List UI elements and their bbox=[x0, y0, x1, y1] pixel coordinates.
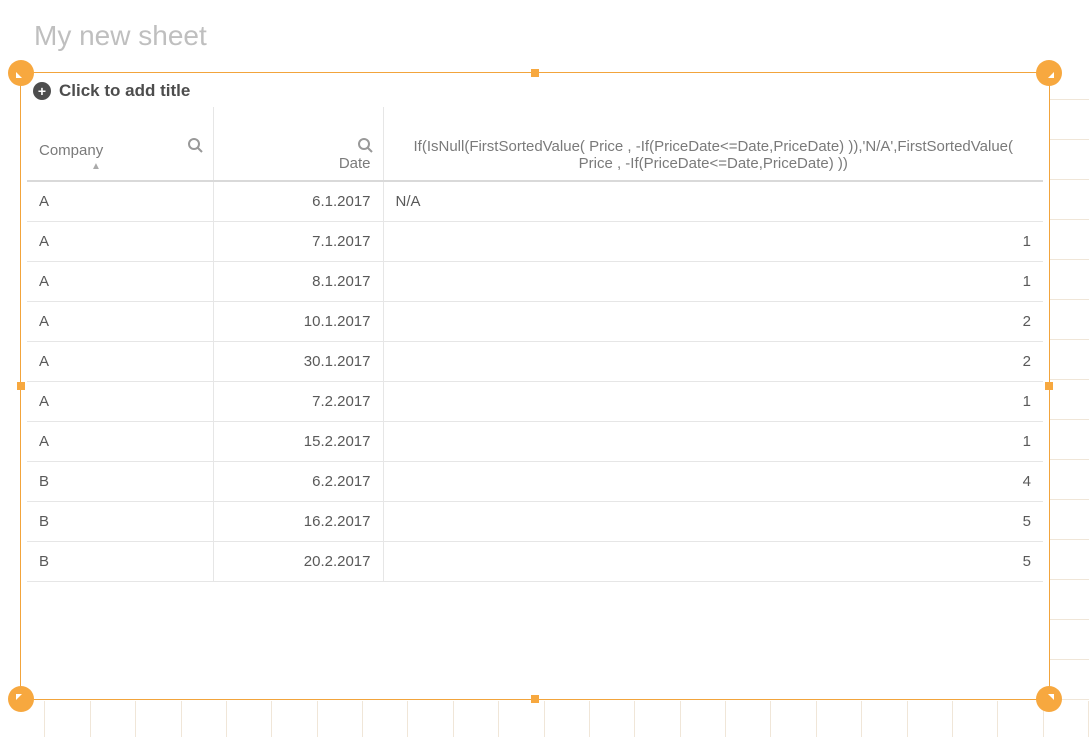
table-row[interactable]: A7.1.20171 bbox=[27, 221, 1043, 261]
column-label: Company bbox=[39, 142, 201, 159]
table-row[interactable]: B6.2.20174 bbox=[27, 461, 1043, 501]
cell-company: B bbox=[27, 461, 213, 501]
object-title-text: Click to add title bbox=[59, 81, 190, 101]
table-row[interactable]: A15.2.20171 bbox=[27, 421, 1043, 461]
cell-company: A bbox=[27, 341, 213, 381]
sheet-title[interactable]: My new sheet bbox=[0, 0, 1089, 60]
sheet-canvas: + Click to add title Company ▲ bbox=[0, 60, 1089, 737]
resize-handle-top-left-icon[interactable] bbox=[8, 60, 34, 86]
table-row[interactable]: A8.1.20171 bbox=[27, 261, 1043, 301]
table-object-selected[interactable]: + Click to add title Company ▲ bbox=[20, 72, 1050, 700]
search-icon[interactable] bbox=[357, 137, 373, 157]
resize-handle-top-right-icon[interactable] bbox=[1036, 60, 1062, 86]
data-table: Company ▲ Date bbox=[27, 107, 1043, 582]
cell-date: 7.1.2017 bbox=[213, 221, 383, 261]
table-row[interactable]: B20.2.20175 bbox=[27, 541, 1043, 581]
cell-date: 16.2.2017 bbox=[213, 501, 383, 541]
table-row[interactable]: A30.1.20172 bbox=[27, 341, 1043, 381]
resize-handle-left-icon[interactable] bbox=[17, 382, 25, 390]
column-header-company[interactable]: Company ▲ bbox=[27, 107, 213, 181]
table-row[interactable]: B16.2.20175 bbox=[27, 501, 1043, 541]
cell-date: 15.2.2017 bbox=[213, 421, 383, 461]
cell-value: 1 bbox=[383, 261, 1043, 301]
cell-company: A bbox=[27, 381, 213, 421]
cell-company: B bbox=[27, 501, 213, 541]
cell-date: 7.2.2017 bbox=[213, 381, 383, 421]
cell-value: 4 bbox=[383, 461, 1043, 501]
cell-date: 6.2.2017 bbox=[213, 461, 383, 501]
cell-company: B bbox=[27, 541, 213, 581]
cell-value: 1 bbox=[383, 221, 1043, 261]
column-label: Date bbox=[226, 155, 371, 172]
object-title-placeholder[interactable]: + Click to add title bbox=[21, 73, 1049, 107]
column-header-expression[interactable]: If(IsNull(FirstSortedValue( Price , -If(… bbox=[383, 107, 1043, 181]
cell-company: A bbox=[27, 181, 213, 221]
column-header-date[interactable]: Date bbox=[213, 107, 383, 181]
resize-handle-bottom-left-icon[interactable] bbox=[8, 686, 34, 712]
cell-value: 1 bbox=[383, 421, 1043, 461]
cell-company: A bbox=[27, 421, 213, 461]
cell-value: 2 bbox=[383, 301, 1043, 341]
resize-handle-bottom-right-icon[interactable] bbox=[1036, 686, 1062, 712]
cell-company: A bbox=[27, 301, 213, 341]
cell-date: 6.1.2017 bbox=[213, 181, 383, 221]
canvas-grid-bottom bbox=[0, 701, 1089, 737]
cell-value: 2 bbox=[383, 341, 1043, 381]
cell-value: 5 bbox=[383, 541, 1043, 581]
search-icon[interactable] bbox=[187, 137, 203, 157]
cell-company: A bbox=[27, 261, 213, 301]
sort-asc-icon: ▲ bbox=[39, 161, 201, 172]
cell-date: 8.1.2017 bbox=[213, 261, 383, 301]
cell-value: 1 bbox=[383, 381, 1043, 421]
resize-handle-bottom-icon[interactable] bbox=[531, 695, 539, 703]
cell-date: 20.2.2017 bbox=[213, 541, 383, 581]
column-label: If(IsNull(FirstSortedValue( Price , -If(… bbox=[396, 138, 1032, 172]
resize-handle-right-icon[interactable] bbox=[1045, 382, 1053, 390]
cell-value: 5 bbox=[383, 501, 1043, 541]
table-container: Company ▲ Date bbox=[27, 107, 1043, 582]
table-row[interactable]: A10.1.20172 bbox=[27, 301, 1043, 341]
plus-icon: + bbox=[33, 82, 51, 100]
resize-handle-top-icon[interactable] bbox=[531, 69, 539, 77]
cell-value: N/A bbox=[383, 181, 1043, 221]
cell-date: 30.1.2017 bbox=[213, 341, 383, 381]
table-row[interactable]: A6.1.2017N/A bbox=[27, 181, 1043, 221]
table-row[interactable]: A7.2.20171 bbox=[27, 381, 1043, 421]
cell-company: A bbox=[27, 221, 213, 261]
cell-date: 10.1.2017 bbox=[213, 301, 383, 341]
